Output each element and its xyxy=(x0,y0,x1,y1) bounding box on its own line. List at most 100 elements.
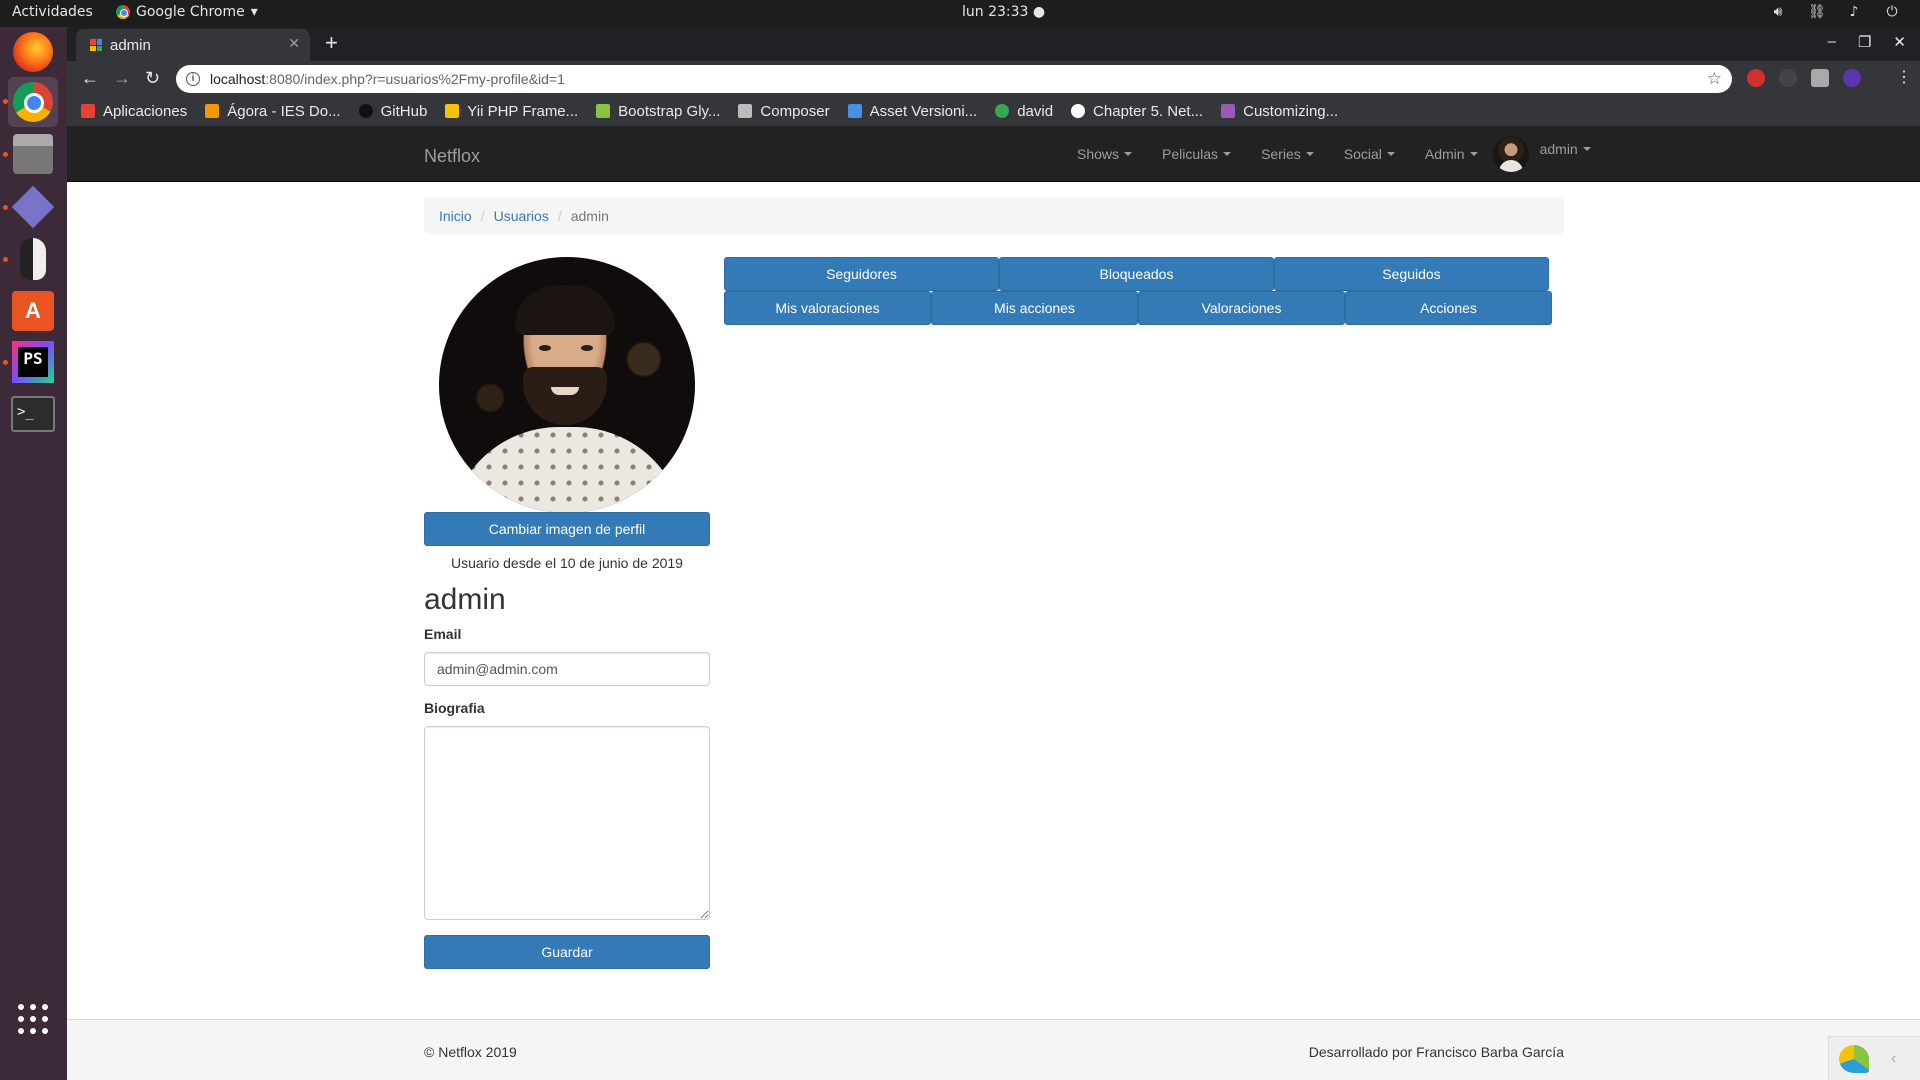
yii-debug-toolbar[interactable]: ‹ xyxy=(1828,1036,1920,1080)
url-host: localhost xyxy=(210,71,266,87)
close-window-icon[interactable]: ✕ xyxy=(1893,33,1906,51)
yii-logo-icon[interactable] xyxy=(1839,1044,1869,1073)
chevron-left-icon[interactable]: ‹ xyxy=(1891,1050,1896,1068)
nav-peliculas[interactable]: Peliculas xyxy=(1147,146,1246,162)
dock-diamond-app[interactable] xyxy=(8,182,58,232)
back-icon[interactable]: ← xyxy=(81,67,99,89)
bookmarks-bar: Aplicaciones Ágora - IES Do... GitHub Yi… xyxy=(67,96,1920,126)
system-tray[interactable]: 🔊︎ ⛓︎ ♪ ⏻ xyxy=(1770,3,1900,20)
breadcrumb-separator: / xyxy=(557,207,562,224)
profile-tabs-row-1: Seguidores Bloqueados Seguidos xyxy=(724,257,1549,291)
dock-penguin-app[interactable] xyxy=(8,234,58,284)
diamond-app-icon xyxy=(11,185,55,229)
tab-title: admin xyxy=(110,36,151,54)
chrome-icon xyxy=(13,82,53,122)
dock-phpstorm[interactable]: PS xyxy=(8,337,58,387)
folder-icon xyxy=(738,104,753,118)
nav-social[interactable]: Social xyxy=(1329,146,1410,162)
dock-software-store[interactable]: A xyxy=(8,286,58,336)
speaker-icon[interactable]: 🔊︎ xyxy=(1770,3,1786,20)
site-navbar: Netflox Shows Peliculas Series Social Ad… xyxy=(67,126,1920,182)
bookmark-item[interactable]: GitHub xyxy=(358,103,427,120)
footer-credits: Desarrollado por Francisco Barba García xyxy=(1308,1044,1564,1060)
browser-tab-strip: admin ✕ + – ❐ ✕ xyxy=(67,27,1920,61)
volume-icon[interactable]: ♪ xyxy=(1846,3,1862,20)
reload-icon[interactable]: ↻ xyxy=(145,67,160,89)
bookmark-item[interactable]: david xyxy=(995,103,1053,120)
address-bar[interactable]: i localhost:8080/index.php?r=usuarios%2F… xyxy=(176,65,1732,93)
save-button[interactable]: Guardar xyxy=(424,935,710,969)
forward-icon[interactable]: → xyxy=(113,67,131,89)
caret-down-icon xyxy=(1469,152,1478,156)
caret-down-icon xyxy=(1124,152,1133,156)
clock[interactable]: lun 23:33 ● xyxy=(962,4,1045,20)
restore-icon[interactable]: ❐ xyxy=(1858,33,1871,51)
breadcrumb-separator: / xyxy=(480,207,485,224)
nav-series[interactable]: Series xyxy=(1246,146,1329,162)
email-label: Email xyxy=(424,626,462,642)
bookmark-item[interactable]: Ágora - IES Do... xyxy=(205,103,341,120)
breadcrumb: Inicio / Usuarios / admin xyxy=(424,197,1564,234)
info-icon[interactable]: i xyxy=(186,72,200,86)
new-tab-button[interactable]: + xyxy=(325,32,338,54)
dock-files[interactable] xyxy=(8,129,58,179)
running-indicator xyxy=(3,205,8,210)
breadcrumb-users-link[interactable]: Usuarios xyxy=(494,208,549,224)
biography-textarea[interactable] xyxy=(424,726,710,920)
tab-valoraciones[interactable]: Valoraciones xyxy=(1138,291,1345,325)
chevron-down-icon: ▾ xyxy=(250,4,258,20)
browser-tab[interactable]: admin ✕ xyxy=(76,29,310,61)
tab-mis-acciones[interactable]: Mis acciones xyxy=(931,291,1138,325)
bookmark-item[interactable]: Chapter 5. Net... xyxy=(1071,103,1203,120)
tab-seguidores[interactable]: Seguidores xyxy=(724,257,999,291)
nav-shows[interactable]: Shows xyxy=(1062,146,1147,162)
url-path: :8080/index.php?r=usuarios%2Fmy-profile&… xyxy=(265,71,565,87)
profile-avatar-icon[interactable] xyxy=(1843,69,1861,87)
site-footer: © Netflox 2019 Desarrollado por Francisc… xyxy=(67,1019,1920,1080)
extension-grid-icon[interactable] xyxy=(1811,69,1829,87)
caret-down-icon xyxy=(1386,152,1395,156)
software-store-icon: A xyxy=(12,291,54,331)
running-indicator xyxy=(3,99,8,104)
tab-acciones[interactable]: Acciones xyxy=(1345,291,1552,325)
bookmark-item[interactable]: Yii PHP Frame... xyxy=(445,103,578,120)
activities-button[interactable]: Actividades xyxy=(12,4,93,20)
member-since-text: Usuario desde el 10 de junio de 2019 xyxy=(451,555,683,571)
dock-chrome[interactable] xyxy=(8,77,58,127)
bookmark-item[interactable]: Aplicaciones xyxy=(81,103,187,120)
email-field[interactable] xyxy=(424,652,710,686)
app-menu[interactable]: Google Chrome ▾ xyxy=(116,4,258,20)
extension-dark-icon[interactable] xyxy=(1779,69,1797,87)
bookmark-star-icon[interactable]: ☆ xyxy=(1707,69,1722,89)
caret-down-icon xyxy=(1305,152,1314,156)
site-brand[interactable]: Netflox xyxy=(424,146,480,167)
bookmark-item[interactable]: Customizing... xyxy=(1221,103,1338,120)
shield-icon xyxy=(847,104,862,118)
dock-firefox[interactable] xyxy=(8,27,58,77)
bookmark-item[interactable]: Composer xyxy=(738,103,830,120)
caret-down-icon xyxy=(1223,152,1232,156)
more-menu-icon[interactable]: ⋮ xyxy=(1896,67,1912,89)
power-icon[interactable]: ⏻ xyxy=(1884,3,1900,20)
tab-seguidos[interactable]: Seguidos xyxy=(1274,257,1549,291)
bookmark-item[interactable]: Asset Versioni... xyxy=(847,103,977,120)
nav-user-menu[interactable]: admin xyxy=(1492,136,1606,172)
dock-terminal[interactable]: >_ xyxy=(8,389,58,439)
app-grid-icon[interactable] xyxy=(18,1004,48,1034)
minimize-icon[interactable]: – xyxy=(1828,33,1836,51)
nav-admin[interactable]: Admin xyxy=(1410,146,1493,162)
close-icon[interactable]: ✕ xyxy=(288,35,300,52)
network-icon[interactable]: ⛓︎ xyxy=(1808,3,1826,20)
extension-red-icon[interactable] xyxy=(1747,69,1765,87)
breadcrumb-home-link[interactable]: Inicio xyxy=(439,208,472,224)
tab-mis-valoraciones[interactable]: Mis valoraciones xyxy=(724,291,931,325)
terminal-icon: >_ xyxy=(11,396,55,432)
caret-down-icon xyxy=(1582,147,1591,151)
change-profile-image-button[interactable]: Cambiar imagen de perfil xyxy=(424,512,710,546)
globe-icon xyxy=(1071,104,1086,118)
avatar xyxy=(1492,136,1529,172)
bookmark-item[interactable]: Bootstrap Gly... xyxy=(596,103,720,120)
tab-bloqueados[interactable]: Bloqueados xyxy=(999,257,1274,291)
bootstrap-icon xyxy=(596,104,611,118)
firefox-icon xyxy=(13,32,53,72)
